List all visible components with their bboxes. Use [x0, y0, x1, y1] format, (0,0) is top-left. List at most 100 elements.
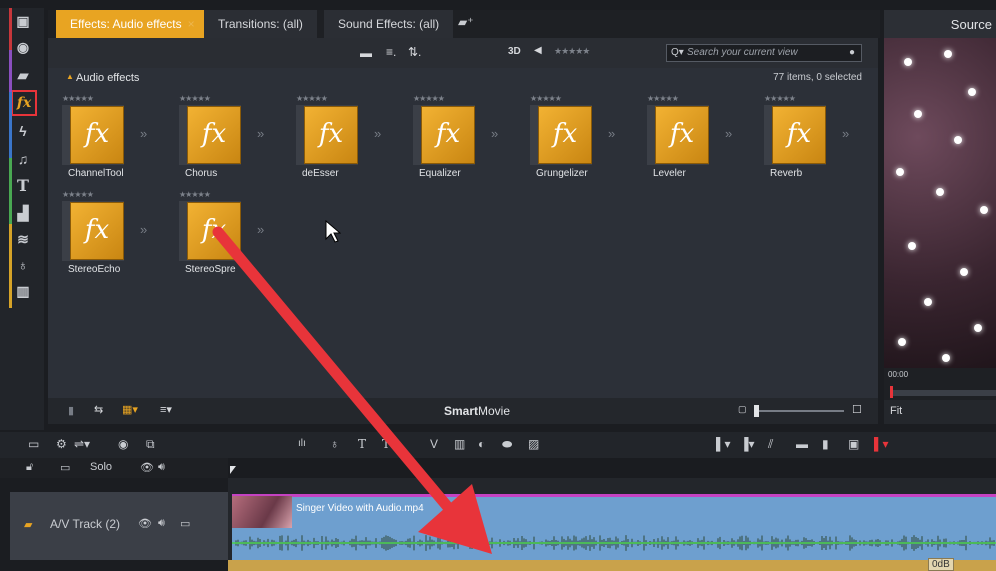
timeline-ruler[interactable] — [228, 458, 996, 478]
speaker-icon[interactable]: 🔊︎ — [158, 517, 165, 530]
film-icon[interactable]: ▬ — [796, 437, 808, 451]
smartmovie-button[interactable]: SmartMovie — [444, 404, 510, 418]
razor-icon[interactable]: ⫽ — [768, 437, 773, 452]
title-3d-icon[interactable]: T — [382, 437, 390, 451]
effect-tile[interactable]: ★★★★★ fx » StereoEcho — [48, 190, 158, 280]
expand-icon[interactable]: » — [608, 126, 615, 141]
tab-sound-effects[interactable]: Sound Effects: (all) — [324, 10, 454, 38]
zoom-slider[interactable] — [754, 410, 844, 412]
effect-label: Equalizer — [419, 168, 461, 179]
rating-stars[interactable]: ★★★★★ — [764, 94, 796, 103]
solo-label: Solo — [90, 461, 113, 473]
lock-icon[interactable]: 🔓︎ — [26, 461, 33, 474]
list-view-icon[interactable]: ≡. — [386, 45, 396, 59]
grid-view-icon[interactable]: ▦▾ — [122, 403, 138, 416]
brush-icon[interactable]: ▟ — [14, 204, 32, 222]
fit-dropdown[interactable]: Fit — [890, 405, 902, 417]
rating-filter[interactable]: ★★★★★ — [554, 46, 590, 57]
speaker-icon[interactable]: 🔊︎ — [158, 461, 165, 474]
monitor-icon[interactable]: ▭ — [180, 517, 190, 530]
voiceover-icon[interactable]: V — [430, 437, 438, 451]
expand-icon[interactable]: » — [374, 126, 381, 141]
track-name[interactable]: A/V Track (2) — [50, 517, 120, 531]
rating-stars[interactable]: ★★★★★ — [296, 94, 328, 103]
title-icon[interactable]: T — [358, 437, 366, 451]
music-note-icon[interactable]: ♫ — [14, 150, 32, 168]
expand-icon[interactable]: » — [140, 222, 147, 237]
view-3d-toggle[interactable]: 3D — [508, 46, 521, 57]
storyboard-icon[interactable]: ▭ — [28, 437, 39, 451]
effect-tile[interactable]: ★★★★★ fx » StereoSpre — [165, 190, 275, 280]
color-icon[interactable]: ◐ — [478, 437, 485, 451]
rating-stars[interactable]: ★★★★★ — [179, 94, 211, 103]
title-icon[interactable]: T — [14, 176, 32, 195]
preview-scrubber[interactable]: 00:00 — [884, 368, 996, 400]
sort-icon[interactable]: ⇅. — [408, 45, 421, 59]
effect-tile[interactable]: ★★★★★ fx » Reverb — [750, 94, 860, 184]
search-input[interactable]: Q▾ Search your current view ● — [666, 44, 862, 62]
disc-icon[interactable]: ◉ — [14, 38, 32, 56]
layers-icon[interactable]: ≋ — [14, 230, 32, 248]
collapse-icon[interactable]: ▲ — [66, 72, 74, 81]
menu-icon[interactable]: ≡▾ — [160, 403, 172, 416]
trash-icon[interactable]: ▮ — [68, 404, 74, 417]
rating-stars[interactable]: ★★★★★ — [62, 190, 94, 199]
clip-thumbnail — [232, 496, 292, 528]
effect-tile[interactable]: ★★★★★ fx » deEsser — [282, 94, 392, 184]
tag-icon[interactable]: ◀ — [534, 45, 542, 56]
rating-stars[interactable]: ★★★★★ — [179, 190, 211, 199]
expand-icon[interactable]: » — [491, 126, 498, 141]
lightning-icon[interactable]: ϟ — [14, 122, 32, 140]
disc-icon[interactable]: ◉ — [118, 437, 128, 451]
effect-tile[interactable]: ★★★★★ fx » ChannelTool — [48, 94, 158, 184]
playhead[interactable] — [890, 386, 893, 398]
audio-mixer-icon[interactable]: ılı — [298, 438, 306, 449]
motion-icon[interactable]: ⬬ — [502, 437, 512, 452]
piano-icon[interactable]: ▥ — [14, 282, 32, 300]
rating-stars[interactable]: ★★★★★ — [530, 94, 562, 103]
rating-stars[interactable]: ★★★★★ — [413, 94, 445, 103]
record-marker-icon[interactable]: ▌▾ — [874, 437, 889, 451]
expand-icon[interactable]: » — [140, 126, 147, 141]
effect-tile[interactable]: ★★★★★ fx » Grungelizer — [516, 94, 626, 184]
add-tab-icon[interactable]: ▰⁺ — [458, 15, 474, 29]
visibility-icon[interactable]: 👁︎ — [140, 461, 154, 474]
settings-icon[interactable]: ⚙ — [56, 437, 67, 451]
close-icon[interactable]: × — [188, 17, 195, 31]
multicam-icon[interactable]: ▥ — [454, 437, 465, 451]
link-icon[interactable]: ⇌▾ — [74, 437, 90, 451]
expand-icon[interactable]: » — [257, 222, 264, 237]
marker-icon[interactable]: ▌▾ — [716, 437, 731, 451]
snapshot-icon[interactable]: ▣ — [848, 437, 859, 451]
clef-icon[interactable]: ♁ — [330, 437, 339, 451]
tab-audio-effects[interactable]: Effects: Audio effects × — [56, 10, 209, 38]
expand-icon[interactable]: » — [725, 126, 732, 141]
expand-icon[interactable]: » — [257, 126, 264, 141]
zoom-slider-handle[interactable] — [754, 405, 759, 417]
effect-tile[interactable]: ★★★★★ fx » Chorus — [165, 94, 275, 184]
rating-stars[interactable]: ★★★★★ — [62, 94, 94, 103]
expand-icon[interactable]: » — [842, 126, 849, 141]
category-color-bar — [9, 8, 12, 308]
tab-transitions[interactable]: Transitions: (all) — [204, 10, 317, 38]
fx-icon[interactable]: fx — [11, 90, 37, 116]
clef-icon[interactable]: ♁ — [14, 256, 32, 274]
lock-icon[interactable]: ▰ — [24, 518, 32, 531]
copy-icon[interactable]: ⧉ — [146, 437, 155, 452]
timeline-toolbar: ▭ ⚙ ⇌▾ ◉ ⧉ ılı ♁ T T V ▥ ◐ ⬬ ▨ ▌▾ ▐▾ ⫽ ▬… — [0, 432, 996, 458]
effect-tile[interactable]: ★★★★★ fx » Leveler — [633, 94, 743, 184]
effect-tile[interactable]: ★★★★★ fx » Equalizer — [399, 94, 509, 184]
visibility-icon[interactable]: 👁︎ — [138, 517, 152, 530]
delete-icon[interactable]: ▮ — [822, 437, 829, 451]
image-icon[interactable]: ▨ — [528, 437, 539, 451]
rating-stars[interactable]: ★★★★★ — [647, 94, 679, 103]
folder-icon[interactable]: ▰ — [14, 66, 32, 84]
monitor-icon[interactable]: ▭ — [60, 461, 70, 474]
library-icon[interactable]: ▣ — [14, 12, 32, 30]
sync-icon[interactable]: ⇆ — [94, 403, 103, 416]
folder-icon[interactable]: ▬ — [360, 46, 372, 60]
effect-label: StereoEcho — [68, 264, 121, 275]
split-icon[interactable]: ▐▾ — [740, 437, 755, 451]
clear-search-icon[interactable]: ● — [849, 45, 855, 61]
fx-thumbnail: fx — [772, 106, 826, 164]
